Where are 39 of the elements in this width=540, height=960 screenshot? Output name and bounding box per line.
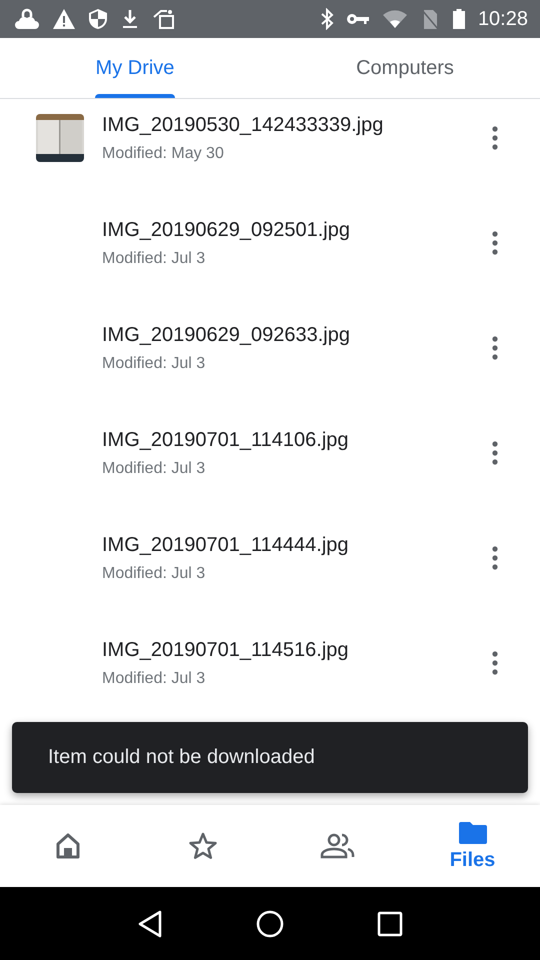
more-icon[interactable] xyxy=(492,651,498,675)
snackbar-message: Item could not be downloaded xyxy=(48,746,315,769)
star-icon xyxy=(188,832,218,860)
more-icon[interactable] xyxy=(492,126,498,150)
home-button-icon[interactable] xyxy=(256,910,284,938)
wifi-icon xyxy=(382,9,408,29)
status-time: 10:28 xyxy=(478,8,528,30)
home-icon xyxy=(54,832,82,860)
modified-date: Modified: May 30 xyxy=(102,145,225,163)
battery-icon xyxy=(452,8,466,30)
key-icon xyxy=(346,11,370,27)
warning-icon xyxy=(52,8,76,30)
folder-icon xyxy=(456,820,488,844)
people-icon xyxy=(320,833,356,859)
download-icon xyxy=(120,8,140,30)
file-name[interactable]: IMG_20190629_092633.jpg xyxy=(102,324,492,347)
tab[interactable]: Computers xyxy=(270,38,540,98)
files-nav-button[interactable]: Files xyxy=(405,805,540,887)
cloud-lock-icon xyxy=(14,8,40,30)
modified-date: Modified: Jul 3 xyxy=(102,460,206,478)
more-icon[interactable] xyxy=(492,336,498,360)
file-name[interactable]: IMG_20190701_114106.jpg xyxy=(102,429,492,452)
shield-icon xyxy=(88,8,108,30)
file-name[interactable]: IMG_20190701_114516.jpg xyxy=(102,639,492,662)
file-name[interactable]: IMG_20190530_142433339.jpg xyxy=(102,114,492,137)
bluetooth-icon xyxy=(320,8,334,30)
modified-date: Modified: Jul 3 xyxy=(102,355,206,373)
more-icon[interactable] xyxy=(492,546,498,570)
back-icon[interactable] xyxy=(136,910,163,938)
recents-icon[interactable] xyxy=(377,910,404,936)
modified-date: Modified: Jul 3 xyxy=(102,565,206,583)
modified-date: Modified: Jul 3 xyxy=(102,670,206,688)
tab[interactable]: My Drive xyxy=(0,38,270,98)
file-name[interactable]: IMG_20190629_092501.jpg xyxy=(102,219,492,242)
folder-tag-icon xyxy=(152,8,176,30)
more-icon[interactable] xyxy=(492,441,498,465)
modified-date: Modified: Jul 3 xyxy=(102,250,206,268)
more-icon[interactable] xyxy=(492,231,498,255)
file-name[interactable]: IMG_20190701_114444.jpg xyxy=(102,534,492,557)
